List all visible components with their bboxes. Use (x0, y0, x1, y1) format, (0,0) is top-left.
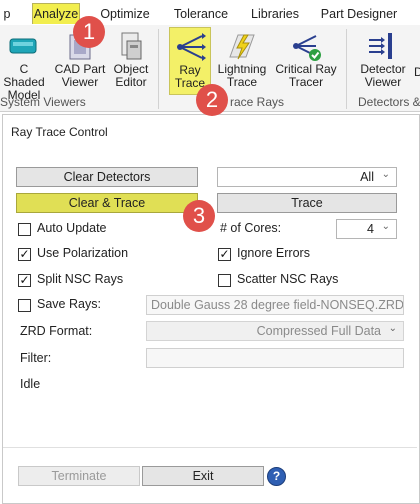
tab-analyze[interactable]: Analyze (32, 3, 80, 24)
detector-viewer-icon (365, 29, 401, 63)
zrd-format-label: ZRD Format: (20, 324, 93, 338)
tab-optimize[interactable]: Optimize (96, 4, 154, 24)
tab-libraries[interactable]: Libraries (248, 4, 302, 24)
group-label-detectors: Detectors & (358, 95, 420, 109)
split-nsc-rays-checkbox[interactable]: ✓ (18, 274, 31, 287)
use-polarization-label: Use Polarization (37, 246, 129, 260)
ribbon-separator (346, 29, 347, 109)
object-editor-label: Object Editor (113, 62, 149, 89)
tab-part-designer[interactable]: Part Designer (318, 4, 400, 24)
zrd-format-value: Compressed Full Data (256, 324, 381, 338)
exit-button[interactable]: Exit (142, 466, 264, 486)
detector-viewer-label: Detector Viewer (360, 62, 406, 89)
detector-select-value: All (360, 170, 374, 184)
object-editor-button[interactable]: Object Editor (110, 27, 152, 93)
save-rays-file-field[interactable]: Double Gauss 28 degree field-NONSEQ.ZRD (146, 295, 404, 315)
callout-3: 3 (183, 200, 215, 232)
chevron-down-icon: ⌄ (381, 221, 390, 232)
group-label-system-viewers: System Viewers (0, 95, 86, 109)
lightning-trace-label: Lightning Trace (217, 62, 267, 89)
shaded-model-icon (6, 29, 42, 63)
lightning-trace-icon (224, 29, 260, 63)
num-cores-label: # of Cores: (220, 221, 282, 235)
cut-off-ribbon-button-label[interactable]: D (414, 65, 420, 79)
cad-part-viewer-label: CAD Part Viewer (54, 62, 106, 89)
critical-ray-tracer-label: Critical Ray Tracer (275, 62, 337, 89)
tab-tolerance[interactable]: Tolerance (172, 4, 230, 24)
chevron-down-icon: ⌄ (381, 169, 390, 180)
split-nsc-rays-label: Split NSC Rays (37, 272, 124, 286)
critical-ray-tracer-button[interactable]: Critical Ray Tracer (273, 27, 339, 93)
use-polarization-checkbox[interactable]: ✓ (18, 248, 31, 261)
ray-trace-control-dialog: Ray Trace Control Clear Detectors All ⌄ … (2, 114, 420, 504)
trace-button[interactable]: Trace (217, 193, 397, 213)
ignore-errors-label: Ignore Errors (237, 246, 310, 260)
callout-2: 2 (196, 84, 228, 116)
zrd-format-select[interactable]: Compressed Full Data ⌄ (146, 321, 404, 341)
save-rays-checkbox[interactable] (18, 299, 31, 312)
divider (3, 447, 417, 448)
dialog-title: Ray Trace Control (11, 125, 108, 139)
tab-setup[interactable]: p (0, 4, 14, 24)
clear-detectors-button[interactable]: Clear Detectors (16, 167, 198, 187)
shaded-model-button[interactable]: C Shaded Model (0, 27, 48, 102)
detector-viewer-button[interactable]: Detector Viewer (354, 27, 412, 93)
terminate-button[interactable]: Terminate (18, 466, 140, 486)
num-cores-value: 4 (367, 222, 374, 236)
group-label-trace-rays: race Rays (230, 95, 285, 109)
help-icon[interactable]: ? (267, 467, 286, 486)
scatter-nsc-rays-checkbox[interactable] (218, 274, 231, 287)
filter-input[interactable] (146, 348, 404, 368)
detector-select[interactable]: All ⌄ (217, 167, 397, 187)
scatter-nsc-rays-label: Scatter NSC Rays (237, 272, 339, 286)
callout-1: 1 (73, 16, 105, 48)
chevron-down-icon: ⌄ (388, 323, 397, 334)
auto-update-label: Auto Update (37, 221, 107, 235)
ribbon-tab-bar: p Analyze Optimize Tolerance Libraries P… (0, 0, 420, 26)
ray-trace-icon (172, 30, 208, 64)
num-cores-select[interactable]: 4 ⌄ (336, 219, 397, 239)
clear-and-trace-button[interactable]: Clear & Trace (16, 193, 198, 213)
critical-ray-tracer-icon (288, 29, 324, 63)
filter-label: Filter: (20, 351, 52, 365)
lightning-trace-button[interactable]: Lightning Trace (213, 27, 271, 93)
status-text: Idle (20, 377, 41, 391)
ignore-errors-checkbox[interactable]: ✓ (218, 248, 231, 261)
object-editor-icon (113, 29, 149, 63)
ribbon-separator (158, 29, 159, 109)
auto-update-checkbox[interactable] (18, 223, 31, 236)
save-rays-label: Save Rays: (37, 297, 101, 311)
